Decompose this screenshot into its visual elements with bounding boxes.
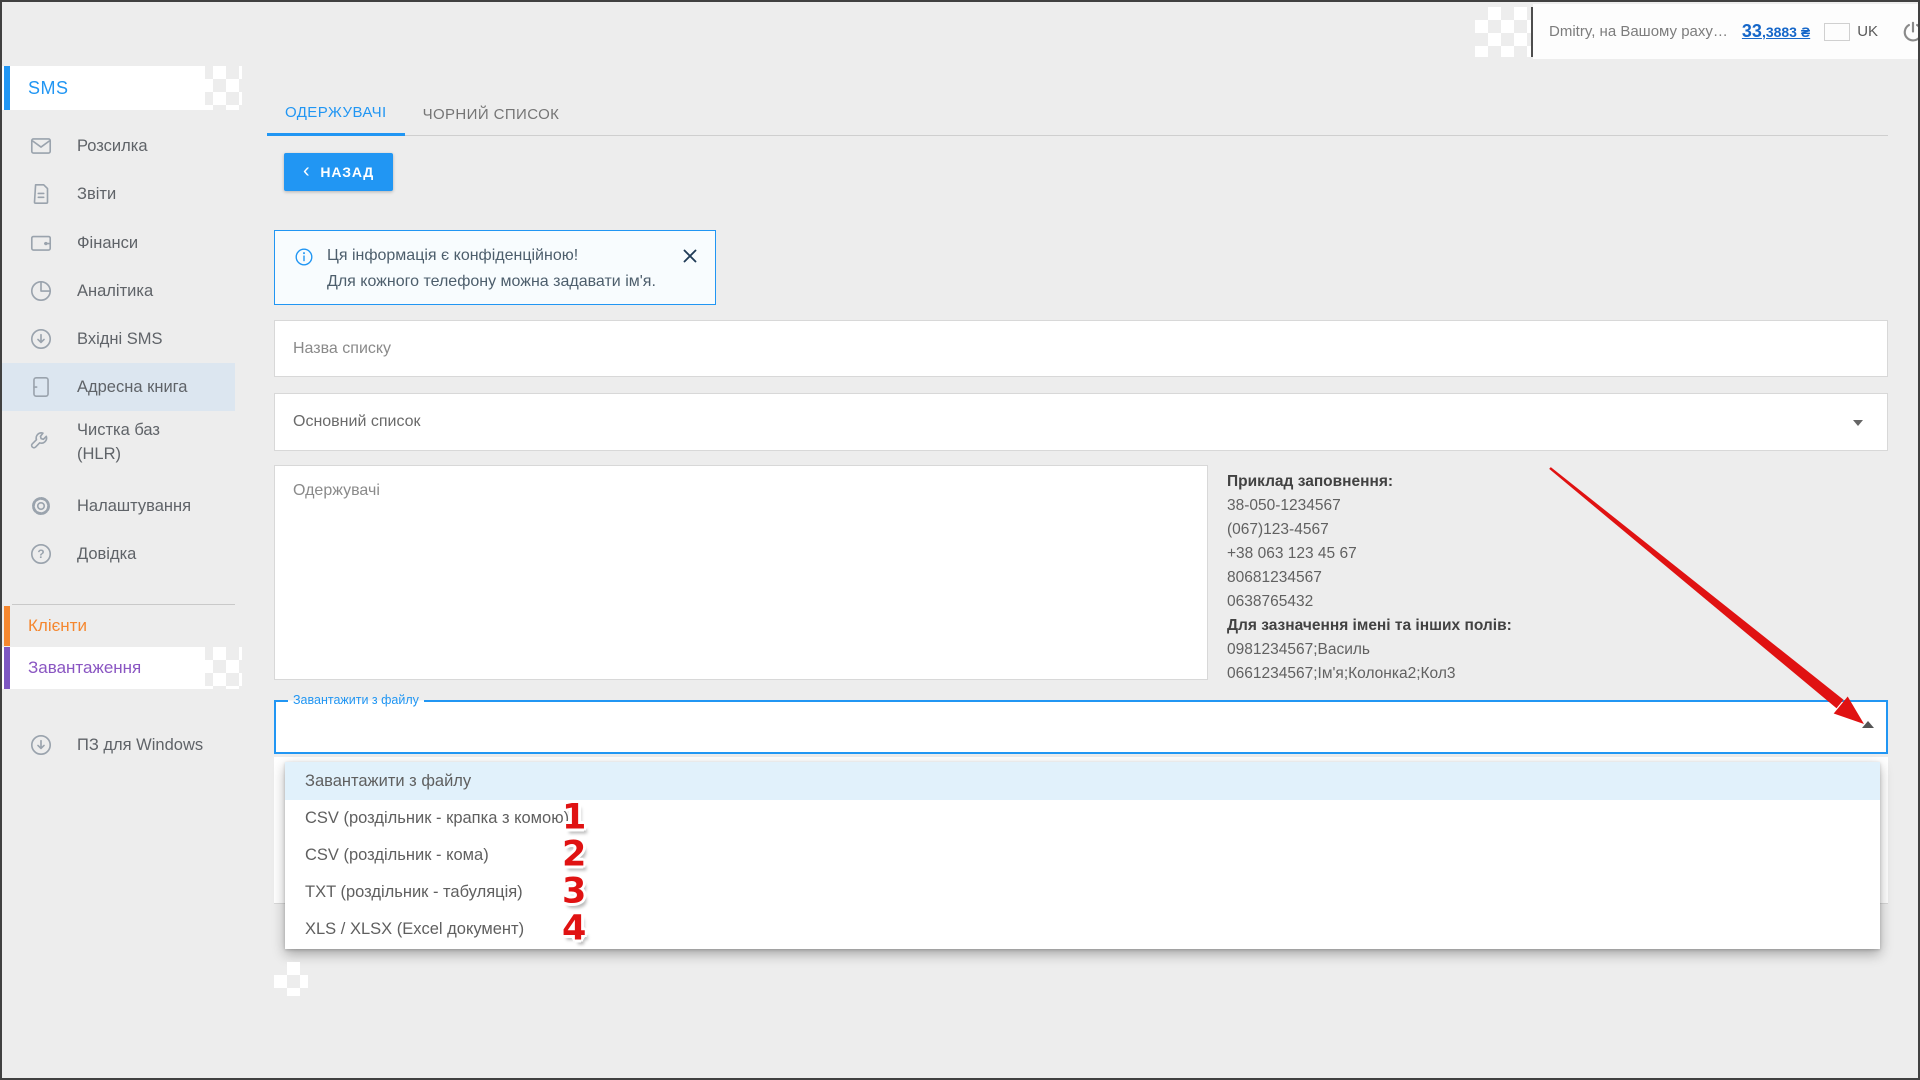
svg-text:?: ?: [37, 547, 44, 561]
language-label: UK: [1857, 23, 1878, 40]
book-icon: [28, 374, 54, 400]
sidebar-section-zavantazhennia[interactable]: Завантаження: [2, 647, 205, 689]
tab-chornyi-spysok[interactable]: ЧОРНИЙ СПИСОК: [405, 92, 578, 136]
help-icon: ?: [28, 541, 54, 567]
app-window: Dmitry, на Вашому раху… 33,3883 ₴ UK SMS…: [0, 0, 1920, 1080]
example-heading2: Для зазначення імені та інших полів:: [1227, 614, 1657, 638]
topbar-user-area: Dmitry, на Вашому раху… 33,3883 ₴ UK: [1533, 4, 1920, 59]
example-heading: Приклад заповнення:: [1227, 470, 1657, 494]
logout-button[interactable]: [1900, 19, 1920, 45]
annotation-badge-2: 2: [562, 834, 586, 874]
example-phone: 38-050-1234567: [1227, 494, 1657, 518]
balance-link[interactable]: 33,3883 ₴: [1742, 21, 1810, 42]
example-phone: 0638765432: [1227, 590, 1657, 614]
dropdown-option-xls[interactable]: XLS / XLSX (Excel документ) 4: [285, 911, 1880, 948]
example-phone: 80681234567: [1227, 566, 1657, 590]
sidebar-item-finansy[interactable]: Фінанси: [2, 219, 235, 267]
recipients-textarea[interactable]: [274, 465, 1208, 680]
pixel-decor-downloads: [200, 647, 242, 689]
fill-example-block: Приклад заповнення: 38-050-1234567 (067)…: [1227, 470, 1657, 686]
chevron-down-icon: [1853, 420, 1863, 426]
sidebar-item-pz-windows[interactable]: ПЗ для Windows: [2, 714, 235, 776]
gear-icon: [28, 493, 54, 519]
sidebar-section-kliienty[interactable]: Клієнти: [2, 606, 235, 646]
ukraine-flag-icon: [1824, 23, 1850, 41]
sidebar-divider: [12, 604, 235, 605]
inbox-icon: [28, 326, 54, 352]
sidebar-item-chystka-baz[interactable]: Чистка баз (HLR): [2, 411, 235, 473]
upload-select-label: Завантажити з файлу: [288, 693, 424, 707]
pixel-decor-bottom: [274, 962, 308, 996]
back-button[interactable]: ‹ НАЗАД: [284, 153, 393, 191]
power-icon: [1900, 19, 1920, 45]
upload-dropdown-menu: Завантажити з файлу CSV (роздільник - кр…: [285, 762, 1880, 949]
dropdown-option-txt-tab[interactable]: TXT (роздільник - табуляція) 3: [285, 874, 1880, 911]
report-icon: [28, 181, 54, 207]
downloads-accent-bar: [4, 647, 10, 689]
info-icon: [293, 246, 315, 268]
pixel-decor-topbar: [1475, 7, 1531, 57]
pie-icon: [28, 278, 54, 304]
annotation-badge-4: 4: [562, 908, 586, 948]
example-named: 0981234567;Василь: [1227, 638, 1657, 662]
dropdown-option-default[interactable]: Завантажити з файлу: [285, 762, 1880, 800]
example-named: 0661234567;Ім'я;Колонка2;Кол3: [1227, 662, 1657, 686]
dropdown-option-csv-comma[interactable]: CSV (роздільник - кома) 2: [285, 837, 1880, 874]
clients-accent-bar: [4, 606, 10, 646]
sidebar-item-adresna-knyha[interactable]: Адресна книга: [2, 363, 235, 411]
sidebar-item-rozsylka[interactable]: Розсилка: [2, 122, 235, 170]
download-icon: [28, 732, 54, 758]
mail-icon: [28, 133, 54, 159]
dropdown-option-csv-semicolon[interactable]: CSV (роздільник - крапка з комою) 1: [285, 800, 1880, 837]
list-type-select[interactable]: Основний список: [274, 393, 1888, 451]
wrench-icon: [28, 429, 54, 455]
language-switcher[interactable]: UK: [1824, 23, 1878, 41]
annotation-badge-1: 1: [562, 797, 586, 837]
upload-from-file-select[interactable]: [274, 700, 1888, 754]
annotation-badge-3: 3: [562, 871, 586, 911]
user-balance-text: Dmitry, на Вашому раху…: [1549, 23, 1728, 40]
info-line1: Ця інформація є конфіденційною!: [327, 243, 679, 269]
example-phone: +38 063 123 45 67: [1227, 542, 1657, 566]
wallet-icon: [28, 230, 54, 256]
example-phone: (067)123-4567: [1227, 518, 1657, 542]
tab-bar: ОДЕРЖУВАЧІ ЧОРНИЙ СПИСОК: [267, 92, 1888, 136]
sidebar-item-vhidni-sms[interactable]: Вхідні SMS: [2, 315, 235, 363]
sidebar-item-zvity[interactable]: Звіти: [2, 170, 235, 218]
info-line2: Для кожного телефону можна задавати ім'я…: [327, 269, 679, 295]
chevron-up-icon: [1862, 721, 1874, 728]
sidebar-item-analityka[interactable]: Аналітика: [2, 267, 235, 315]
tab-oderzhuvachi[interactable]: ОДЕРЖУВАЧІ: [267, 92, 405, 136]
close-icon[interactable]: [679, 245, 701, 267]
brand-accent-bar: [4, 66, 10, 110]
chevron-left-icon: ‹: [303, 161, 310, 181]
list-type-value: Основний список: [293, 413, 421, 431]
pixel-decor-brand: [200, 66, 242, 110]
sidebar-item-dovidka[interactable]: ? Довідка: [2, 530, 235, 578]
info-alert: Ця інформація є конфіденційною! Для кожн…: [274, 230, 716, 305]
sidebar-item-nalashtuvannia[interactable]: Налаштування: [2, 482, 235, 530]
list-name-input[interactable]: [274, 320, 1888, 377]
sidebar-brand-sms[interactable]: SMS: [2, 66, 205, 110]
